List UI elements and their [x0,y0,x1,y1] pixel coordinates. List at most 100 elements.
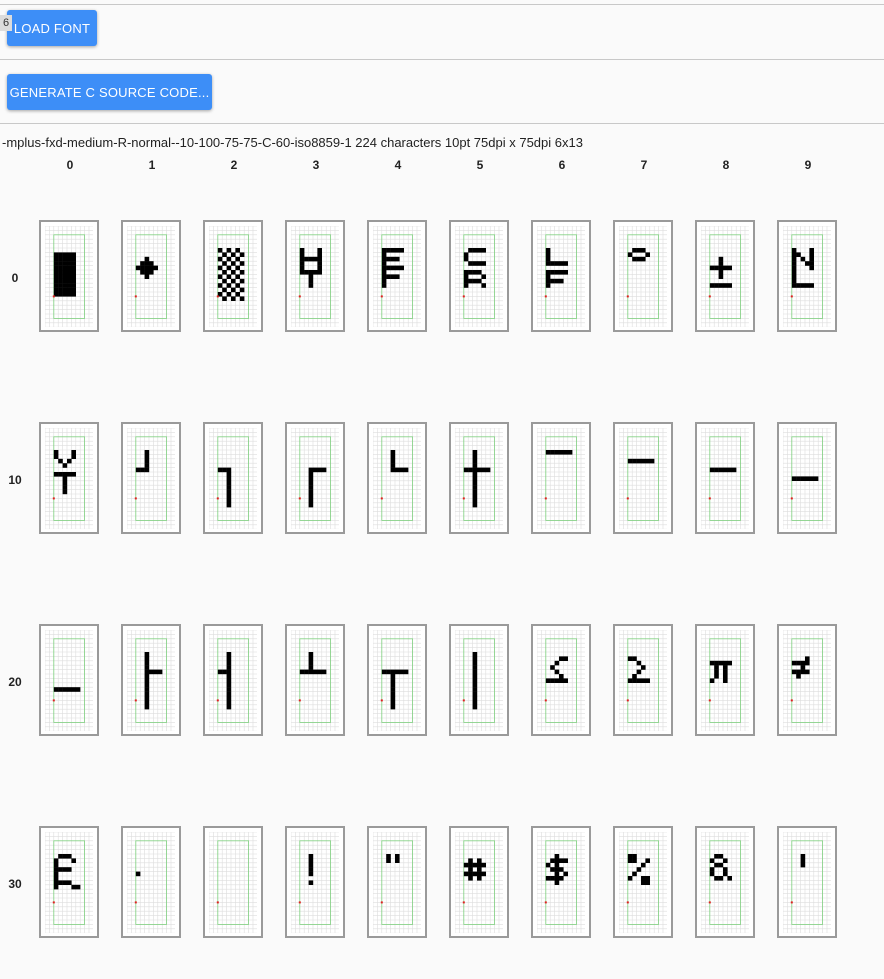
glyph-pixel [62,476,68,481]
glyph-pixel [718,660,724,666]
glyph-pixel [718,261,724,266]
baseline-origin-marker [790,295,793,298]
glyph-pixel [714,665,719,670]
column-header: 0 [66,158,74,172]
glyph-pixel [395,265,400,271]
glyph-cell[interactable] [285,624,345,736]
glyph-pixel [144,665,150,670]
glyph-pixel [58,854,63,859]
glyph-pixel [53,283,59,288]
glyph-cell[interactable] [777,624,837,736]
glyph-cell[interactable] [203,220,263,332]
glyph-pixel [463,278,469,284]
glyph-cell[interactable] [121,220,181,332]
glyph-cell[interactable] [613,624,673,736]
glyph-pixel [468,858,473,863]
glyph-cell[interactable] [203,624,263,736]
glyph-pixel [563,656,568,661]
glyph-pixel [627,858,633,863]
glyph-pixel [395,858,400,863]
glyph-cell[interactable] [531,220,591,332]
glyph-pixel [308,665,314,670]
glyph-cell[interactable] [39,826,99,938]
glyph-cell[interactable] [695,624,755,736]
row-header: 0 [11,271,19,285]
glyph-pixel [545,450,551,455]
glyph-pixel [239,296,245,301]
glyph-cell[interactable] [695,826,755,938]
glyph-cell[interactable] [39,422,99,534]
glyph-pixel [149,265,154,271]
glyph-cell[interactable] [449,624,509,736]
glyph-cell[interactable] [613,422,673,534]
glyph-pixel [791,261,797,266]
glyph-cell[interactable] [777,220,837,332]
glyph-pixel [472,665,478,670]
glyph-pixel [53,274,59,279]
glyph-cell[interactable] [449,826,509,938]
glyph-cell[interactable] [613,826,673,938]
glyph-cell[interactable] [449,220,509,332]
glyph-pixel [809,476,814,481]
glyph-pixel [226,485,232,490]
glyph-pixel [226,665,232,670]
glyph-pixel [62,270,68,275]
glyph-cell[interactable] [285,422,345,534]
glyph-cell[interactable] [285,826,345,938]
glyph-pixel [645,252,650,257]
glyph-cell[interactable] [285,220,345,332]
glyph-pixel [727,467,732,473]
glyph-cell[interactable] [367,422,427,534]
glyph-cell[interactable] [531,422,591,534]
load-font-button[interactable]: LOAD FONT [7,10,97,46]
glyph-pixel [477,871,482,877]
glyph-cell[interactable] [367,826,427,938]
glyph-pixel [800,660,806,666]
glyph-cell[interactable] [39,624,99,736]
glyph-pixel [381,270,387,275]
glyph-pixel [144,669,150,675]
glyph-pixel [140,270,145,275]
glyph-cell[interactable] [121,624,181,736]
glyph-cell[interactable] [121,826,181,938]
glyph-cell[interactable] [695,422,755,534]
glyph-pixel [222,287,227,293]
glyph-cell[interactable] [203,422,263,534]
glyph-cell[interactable] [695,220,755,332]
glyph-pixel [472,678,478,683]
glyph-cell[interactable] [203,826,263,938]
glyph-cell[interactable] [531,624,591,736]
glyph-cell[interactable] [449,422,509,534]
glyph-cell[interactable] [121,422,181,534]
glyph-cell[interactable] [613,220,673,332]
glyph-pixel [299,265,305,271]
glyph-pixel [308,862,314,868]
glyph-pixel [226,502,232,508]
glyph-pixel [632,248,637,253]
glyph-pixel [645,880,650,885]
glyph-pixel [709,265,715,271]
glyph-pixel [718,256,724,262]
glyph-pixel [135,871,141,877]
baseline-origin-marker [52,901,55,904]
glyph-pixel [235,248,240,253]
glyph-pixel [627,458,633,464]
glyph-pixel [67,867,72,872]
glyph-pixel [144,467,150,473]
glyph-pixel [714,467,719,473]
glyph-pixel [390,687,396,692]
glyph-pixel [308,880,314,885]
glyph-cell[interactable] [777,826,837,938]
glyph-cell[interactable] [367,220,427,332]
glyph-pixel [718,876,724,881]
glyph-pixel [390,458,396,464]
glyph-pixel [800,858,806,863]
glyph-cell[interactable] [39,220,99,332]
glyph-cell[interactable] [367,624,427,736]
glyph-cell[interactable] [777,422,837,534]
glyph-cell[interactable] [531,826,591,938]
baseline-origin-marker [544,699,547,702]
glyph-pixel [390,674,396,679]
glyph-pixel [226,660,232,666]
generate-c-source-button[interactable]: GENERATE C SOURCE CODE... [7,74,212,110]
